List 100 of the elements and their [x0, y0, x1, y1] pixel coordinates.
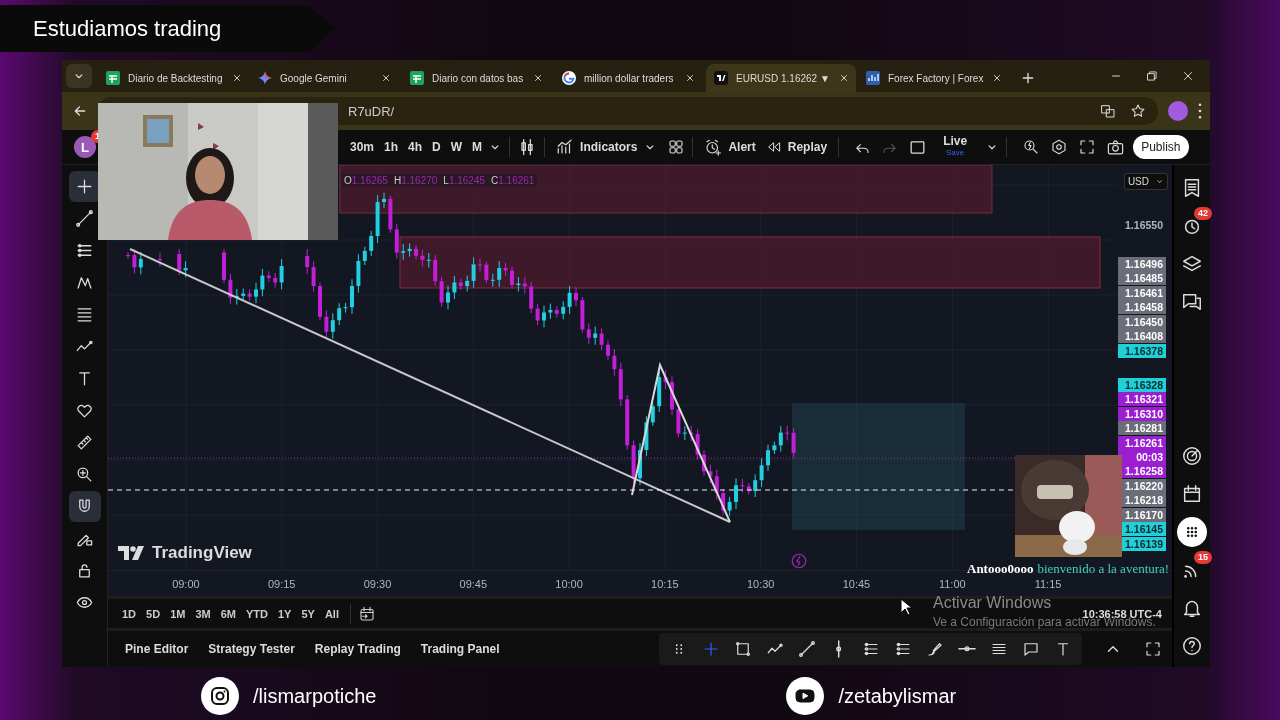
target-icon — [1181, 445, 1203, 467]
price-label: 1.16328 — [1118, 377, 1166, 392]
interval-button[interactable]: D — [428, 140, 445, 154]
sparkle-icon — [258, 71, 272, 85]
tab-title: EURUSD 1.16262 ▼ — [736, 72, 830, 84]
time-label: 09:00 — [171, 577, 201, 590]
more-icon — [1198, 103, 1202, 119]
range-button[interactable]: 6M — [216, 607, 240, 620]
time-label: 10:15 — [650, 577, 680, 590]
comment-icon — [1021, 640, 1040, 658]
close-icon — [380, 72, 392, 84]
zoom-icon — [75, 465, 94, 484]
panel-tab[interactable]: Pine Editor — [118, 642, 196, 656]
banner-title: Estudiamos trading — [0, 5, 335, 52]
vertical-line-icon — [835, 640, 842, 658]
logo-text: TradingView — [152, 543, 252, 563]
tab-title: Diario de Backtesting — [128, 72, 223, 84]
browser-tab[interactable]: Diario con datos bas — [402, 64, 552, 92]
count-badge: 15 — [1194, 551, 1212, 564]
interval-button[interactable]: W — [446, 140, 467, 154]
lightning-icon — [790, 552, 808, 570]
range-button[interactable]: YTD — [241, 607, 272, 620]
close-icon — [1181, 69, 1195, 83]
interval-button[interactable]: M — [468, 140, 487, 154]
tab-list-button[interactable] — [66, 64, 92, 88]
count-badge: 42 — [1194, 207, 1212, 220]
price-label: 1.16378 — [1118, 343, 1166, 358]
caret-icon — [1155, 177, 1164, 186]
browser-tab[interactable]: Forex Factory | Forex — [858, 64, 1008, 92]
interval-button[interactable]: 4h — [404, 140, 427, 154]
restore-icon — [1145, 69, 1159, 83]
chart-icon — [866, 71, 880, 85]
star-icon — [1130, 103, 1146, 119]
indicators-button[interactable]: Indicators — [552, 138, 642, 156]
range-button[interactable]: 3M — [191, 607, 215, 620]
dashed-price-line[interactable] — [108, 489, 1014, 491]
price-label: 1.16485 — [1118, 271, 1166, 286]
fib-icon — [75, 305, 94, 324]
alert-button[interactable]: Alert — [700, 138, 760, 156]
tool-button[interactable] — [68, 491, 101, 522]
panel-tab[interactable]: Trading Panel — [413, 642, 507, 656]
currency-dropdown[interactable]: USD — [1123, 173, 1168, 190]
price-label: 1.16550 — [1124, 218, 1164, 232]
chat-message: bienvenido a la aventura! — [1037, 561, 1170, 577]
browser-tab[interactable]: million dollar traders — [554, 64, 704, 92]
range-button[interactable]: 1M — [166, 607, 190, 620]
price-label: 1.16310 — [1118, 406, 1166, 421]
range-button[interactable]: 1D — [118, 607, 141, 620]
ring-icon — [562, 71, 576, 85]
chat-icon — [1181, 291, 1203, 313]
range-button[interactable]: 1Y — [273, 607, 296, 620]
rectangle-icon — [733, 640, 752, 658]
tool-button[interactable] — [68, 171, 101, 202]
line-tool-icon — [797, 640, 816, 658]
range-button[interactable]: 5D — [142, 607, 165, 620]
price-label: 1.16461 — [1118, 285, 1166, 300]
live-button[interactable]: Live Save — [943, 136, 968, 158]
range-button[interactable]: All — [320, 607, 343, 620]
browser-tab[interactable]: EURUSD 1.16262 ▼ — [706, 64, 856, 92]
lines-icon — [75, 241, 94, 260]
browser-tab[interactable]: Google Gemini — [250, 64, 400, 92]
replay-button[interactable]: Replay — [761, 139, 832, 155]
calendar-icon — [357, 604, 376, 623]
time-label: 09:15 — [266, 577, 297, 590]
ohlc-legend: O1.16265 H1.16270 L1.16245 C1.16261 — [341, 174, 538, 187]
tab-title: Google Gemini — [280, 72, 348, 84]
time-label: 09:45 — [458, 577, 489, 590]
price-label: 1.16458 — [1118, 300, 1166, 315]
trend-line[interactable] — [129, 248, 731, 523]
social-handle: /lismarpotiche — [253, 684, 377, 708]
spreadsheet-icon — [106, 71, 120, 85]
range-button[interactable]: 5Y — [297, 607, 319, 620]
fullscreen-icon — [1144, 640, 1162, 658]
sidebar-button[interactable] — [1177, 517, 1207, 547]
logo-icon — [118, 546, 146, 560]
panel-tab[interactable]: Replay Trading — [307, 642, 408, 656]
price-label: 1.16450 — [1118, 314, 1166, 329]
time-label: 10:00 — [554, 577, 584, 590]
chat-username: Antooo0ooo — [967, 561, 1034, 577]
help-icon — [1181, 635, 1203, 657]
price-label: 1.16261 00:03 — [1118, 435, 1166, 464]
spreadsheet-icon — [410, 71, 424, 85]
browser-tab[interactable]: Diario de Backtesting — [98, 64, 248, 92]
translate-icon — [1100, 103, 1116, 119]
zigzag-line[interactable] — [631, 361, 731, 523]
close-icon — [532, 72, 544, 84]
logo-icon — [714, 71, 728, 85]
close-icon — [684, 72, 696, 84]
panel-tab[interactable]: Strategy Tester — [201, 642, 302, 656]
interval-button[interactable]: 1h — [380, 140, 403, 154]
time-label: 10:30 — [745, 577, 776, 590]
profile-avatar[interactable] — [1168, 101, 1188, 121]
price-label: 1.16321 — [1118, 392, 1166, 407]
price-label: 1.16281 — [1118, 421, 1166, 436]
interval-button[interactable]: 30m — [346, 140, 379, 154]
user-avatar[interactable]: L — [74, 136, 96, 158]
lines-icon — [893, 640, 912, 658]
ruler-icon — [75, 433, 94, 452]
lines-icon — [861, 640, 880, 658]
time-label: 10:45 — [841, 577, 872, 590]
